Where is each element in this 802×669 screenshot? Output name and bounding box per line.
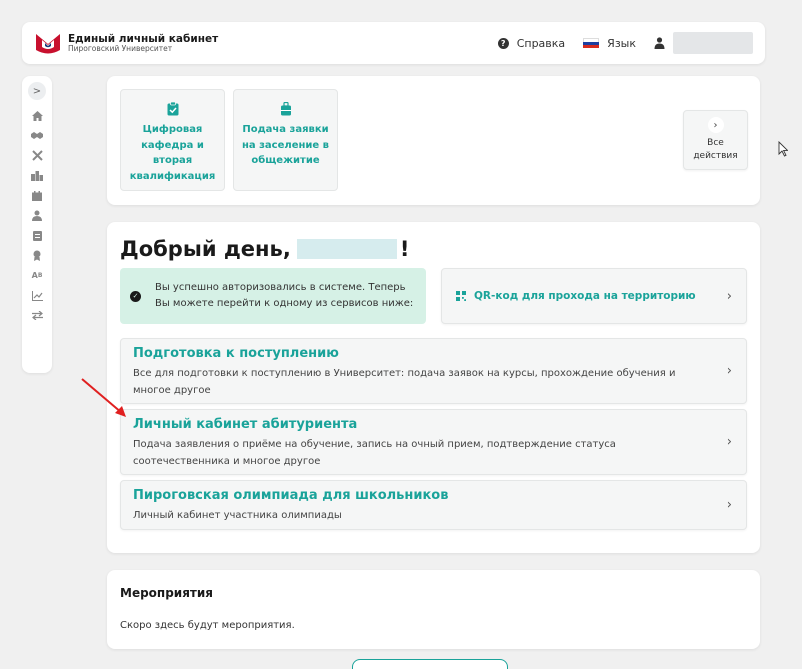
logo-subtitle: Пироговский Университет [68,43,173,53]
sidebar: > AB [22,76,52,373]
question-circle-icon[interactable]: ? [497,37,509,49]
quick-action-label: Цифровая кафедра и вторая квалификация [129,124,216,182]
service-description: Все для подготовки к поступлению в Униве… [133,368,676,396]
buildings-icon[interactable] [27,166,47,185]
certificate-icon[interactable] [27,246,47,265]
top-header: Единый личный кабинет Пироговский Универ… [22,22,765,64]
suitcase-icon [280,102,291,116]
translate-icon[interactable]: AB [27,266,47,285]
chevron-right-icon: › [726,497,732,513]
service-applicant-cabinet[interactable]: Личный кабинет абитуриента Подача заявле… [120,409,747,475]
quick-action-label: Подача заявки на заселение в общежитие [241,124,330,166]
service-admission-preparation[interactable]: Подготовка к поступлению Все для подгото… [120,338,747,404]
help-link[interactable]: Справка [517,37,565,50]
mouse-cursor-icon [778,141,788,157]
success-alert: ✓ Вы успешно авторизовались в системе. Т… [120,268,426,324]
events-panel: Мероприятия Скоро здесь будут мероприяти… [107,570,760,649]
all-actions-label: Все действия [693,138,738,162]
service-description: Личный кабинет участника олимпиады [133,510,342,521]
user-icon[interactable] [654,37,665,49]
russian-flag-icon[interactable] [583,38,600,48]
quick-actions-panel: Цифровая кафедра и вторая квалификация П… [107,76,760,205]
greeting-heading: Добрый день, ! [120,237,409,261]
greeting-suffix: ! [399,237,410,261]
annotation-arrow-icon [81,378,126,417]
events-title: Мероприятия [120,586,213,600]
chart-icon[interactable] [27,286,47,305]
service-title: Личный кабинет абитуриента [133,417,358,432]
qr-code-button[interactable]: QR-код для прохода на территорию › [441,268,747,324]
chevron-right-icon: › [707,117,724,133]
services-panel: Добрый день, ! ✓ Вы успешно авторизовали… [107,222,760,553]
service-title: Пироговская олимпиада для школьников [133,488,449,503]
qr-code-label: QR-код для прохода на территорию [474,290,696,302]
transfer-icon[interactable] [27,306,47,325]
sidebar-expand-button[interactable]: > [28,82,46,100]
service-description: Подача заявления о приёме на обучение, з… [133,439,616,467]
user-name-redacted [296,239,397,259]
handshake-icon[interactable] [27,126,47,145]
calendar-icon[interactable] [27,186,47,205]
chevron-right-icon: › [726,288,732,304]
check-circle-icon: ✓ [130,290,141,302]
bottom-button[interactable] [352,659,508,669]
events-empty-text: Скоро здесь будут мероприятия. [120,620,295,631]
document-icon[interactable] [27,226,47,245]
person-icon[interactable] [27,206,47,225]
quick-action-dormitory[interactable]: Подача заявки на заселение в общежитие [233,89,338,191]
tools-icon[interactable] [27,146,47,165]
service-title: Подготовка к поступлению [133,346,339,361]
home-icon[interactable] [27,106,47,125]
clipboard-check-icon [167,102,178,116]
greeting-text: Добрый день, [120,237,291,261]
chevron-right-icon: › [726,434,732,450]
qr-code-icon [456,291,466,301]
quick-action-digital-department[interactable]: Цифровая кафедра и вторая квалификация [120,89,225,191]
university-logo-icon [36,34,60,54]
chevron-right-icon: › [726,363,732,379]
logo-title: Единый личный кабинет [68,32,219,45]
all-actions-button[interactable]: › Все действия [683,110,748,170]
user-name-redacted[interactable] [673,32,753,54]
language-selector[interactable]: Язык [607,37,636,50]
alert-text: Вы успешно авторизовались в системе. Теп… [155,282,414,309]
logo[interactable]: Единый личный кабинет Пироговский Универ… [34,31,218,55]
service-pirogov-olympiad[interactable]: Пироговская олимпиада для школьников Лич… [120,480,747,530]
